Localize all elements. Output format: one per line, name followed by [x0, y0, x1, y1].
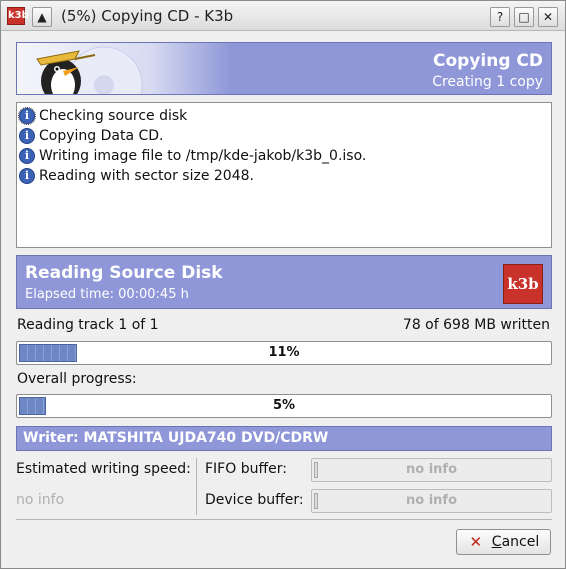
fifo-label: FIFO buffer: [205, 461, 287, 477]
header-title: Copying CD [432, 51, 543, 71]
close-button[interactable]: ✕ [538, 7, 558, 27]
help-button[interactable]: ? [490, 7, 510, 27]
cancel-icon: ✕ [469, 533, 483, 551]
info-icon: i [19, 128, 35, 144]
cancel-button[interactable]: ✕ Cancel [456, 529, 551, 555]
elapsed-time: Elapsed time: 00:00:45 h [25, 287, 189, 302]
log-entry[interactable]: i Reading with sector size 2048. [19, 166, 254, 186]
log-entry-text: Checking source disk [39, 108, 188, 124]
device-buffer-bar: no info [311, 489, 552, 513]
written-label: 78 of 698 MB written [402, 317, 550, 333]
k3b-copy-dialog: k3b ▲ (5%) Copying CD - K3b ? □ ✕ Copyin… [0, 0, 566, 569]
job-title: Reading Source Disk [25, 263, 223, 283]
info-icon: i [18, 107, 36, 125]
info-icon: i [19, 168, 35, 184]
writer-label: Writer: MATSHITA UJDA740 DVD/CDRW [23, 430, 329, 446]
speed-label: Estimated writing speed: [16, 461, 191, 477]
bottom-divider [16, 519, 552, 520]
writer-bar: Writer: MATSHITA UJDA740 DVD/CDRW [16, 426, 552, 451]
speed-value: no info [16, 492, 65, 508]
fifo-buffer-bar: no info [311, 458, 552, 482]
penguin-mascot-icon [36, 46, 143, 94]
header-subtitle: Creating 1 copy [432, 74, 543, 90]
k3b-logo-icon: k3b [503, 264, 543, 304]
overall-label: Overall progress: [17, 371, 137, 387]
log-entry[interactable]: i Checking source disk [18, 106, 188, 126]
device-buffer-label: Device buffer: [205, 492, 304, 508]
overall-progress-text: 5% [272, 398, 296, 413]
maximize-button[interactable]: □ [514, 7, 534, 27]
track-label: Reading track 1 of 1 [17, 317, 159, 333]
title-bar[interactable]: k3b ▲ (5%) Copying CD - K3b ? □ ✕ [1, 1, 565, 31]
vertical-divider [196, 458, 197, 515]
log-entry-text: Reading with sector size 2048. [39, 168, 254, 184]
overall-progress-bar: 5% [16, 394, 552, 418]
header-banner: Copying CD Creating 1 copy [16, 42, 552, 95]
log-entry-text: Writing image file to /tmp/kde-jakob/k3b… [39, 148, 367, 164]
fifo-buffer-text: no info [405, 462, 457, 477]
k3b-app-icon[interactable]: k3b [7, 7, 29, 25]
info-icon: i [19, 148, 35, 164]
shade-button[interactable]: ▲ [32, 7, 52, 27]
log-entry[interactable]: i Copying Data CD. [19, 126, 164, 146]
window-title: (5%) Copying CD - K3b [61, 7, 234, 25]
track-progress-bar: 11% [16, 341, 552, 365]
track-progress-text: 11% [268, 345, 300, 360]
job-status-panel: Reading Source Disk Elapsed time: 00:00:… [16, 255, 552, 309]
cancel-button-label: Cancel [491, 534, 540, 550]
log-entry[interactable]: i Writing image file to /tmp/kde-jakob/k… [19, 146, 366, 166]
log-list[interactable]: i Checking source disk i Copying Data CD… [16, 102, 552, 248]
device-buffer-text: no info [405, 493, 457, 508]
log-entry-text: Copying Data CD. [39, 128, 164, 144]
